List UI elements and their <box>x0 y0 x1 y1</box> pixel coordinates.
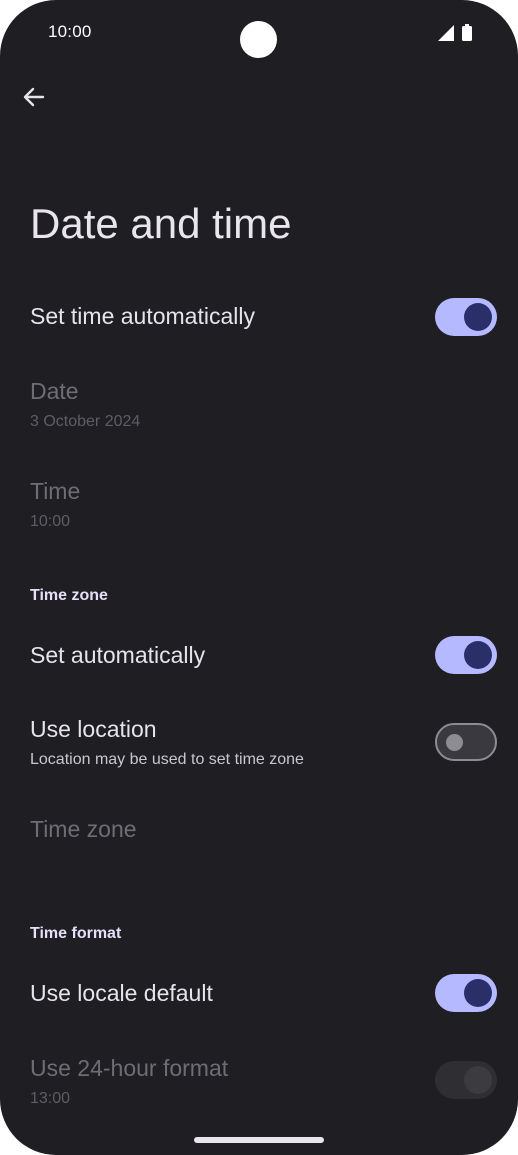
locale-default-row[interactable]: Use locale default <box>30 980 213 1007</box>
battery-icon <box>462 24 472 41</box>
set-time-auto-label: Set time automatically <box>30 303 255 329</box>
time-label: Time <box>30 478 81 504</box>
toggle-thumb <box>464 1066 492 1094</box>
status-icons <box>438 24 472 41</box>
camera-cutout <box>240 21 277 58</box>
locale-default-label: Use locale default <box>30 980 213 1006</box>
hour24-label: Use 24-hour format <box>30 1055 229 1081</box>
tz-auto-row[interactable]: Set automatically <box>30 642 205 669</box>
locale-default-toggle[interactable] <box>435 974 497 1012</box>
toggle-thumb <box>446 734 463 751</box>
toggle-thumb <box>464 303 492 331</box>
tz-auto-label: Set automatically <box>30 642 206 668</box>
date-row: Date 3 October 2024 <box>30 378 140 431</box>
date-label: Date <box>30 378 79 404</box>
home-indicator[interactable] <box>194 1137 324 1143</box>
hour24-row: Use 24-hour format 13:00 <box>30 1055 228 1108</box>
time-zone-section-header: Time zone <box>30 587 108 604</box>
time-zone-label: Time zone <box>30 816 137 842</box>
phone-screen: 10:00 Date and time Set time automatical… <box>0 0 518 1155</box>
set-time-auto-row[interactable]: Set time automatically <box>30 303 255 330</box>
time-zone-row: Time zone <box>30 816 137 843</box>
use-location-subtitle: Location may be used to set time zone <box>30 751 304 768</box>
arrow-back-icon <box>23 87 45 107</box>
time-format-section-header: Time format <box>30 925 122 942</box>
page-title: Date and time <box>30 200 292 247</box>
time-value: 10:00 <box>30 513 71 530</box>
signal-icon <box>438 24 454 41</box>
use-location-label: Use location <box>30 716 157 742</box>
use-location-row[interactable]: Use location Location may be used to set… <box>30 716 304 769</box>
status-time: 10:00 <box>48 22 92 41</box>
hour24-value: 13:00 <box>30 1090 71 1107</box>
toggle-thumb <box>464 641 492 669</box>
hour24-toggle <box>435 1061 497 1099</box>
time-row: Time 10:00 <box>30 478 80 531</box>
date-value: 3 October 2024 <box>30 413 141 430</box>
back-button[interactable] <box>20 83 48 111</box>
use-location-toggle[interactable] <box>435 723 497 761</box>
set-time-auto-toggle[interactable] <box>435 298 497 336</box>
toggle-thumb <box>464 979 492 1007</box>
tz-auto-toggle[interactable] <box>435 636 497 674</box>
